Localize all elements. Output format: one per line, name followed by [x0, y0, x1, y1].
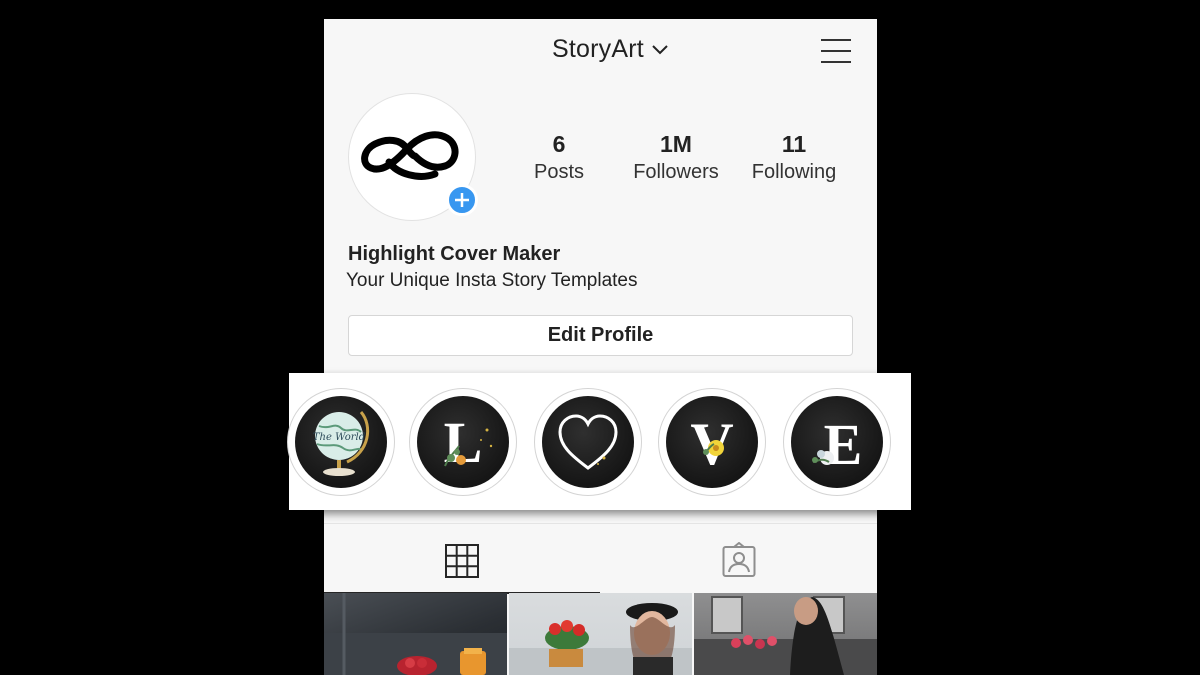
profile-bio: Your Unique Insta Story Templates [346, 270, 638, 291]
highlight-letter-e[interactable]: E [783, 388, 891, 496]
story-highlights-row: The World L V [287, 373, 911, 510]
post-thumbnail[interactable] [509, 593, 692, 675]
profile-screen: StoryArt 6 Posts 1M Followers 11 Followi… [324, 19, 877, 675]
highlight-heart[interactable] [534, 388, 642, 496]
highlight-letter-l[interactable]: L [409, 388, 517, 496]
highlight-cover: E [791, 396, 883, 488]
hamburger-menu-icon[interactable] [821, 39, 851, 65]
letter-e-icon: E [812, 412, 863, 477]
highlight-cover: L [417, 396, 509, 488]
followers-count: 1M [660, 131, 692, 157]
tagged-icon [722, 542, 756, 577]
post-image [324, 593, 507, 675]
highlight-letter: E [824, 412, 863, 477]
account-switcher[interactable]: StoryArt [552, 35, 668, 64]
highlight-cover: V [666, 396, 758, 488]
following-stat[interactable]: 11 Following [744, 131, 844, 184]
posts-count: 6 [552, 131, 566, 157]
post-grid [324, 593, 877, 675]
highlight-cover [542, 396, 634, 488]
post-image [509, 603, 692, 675]
add-story-button[interactable] [446, 184, 478, 216]
letter-v-icon: V [690, 411, 733, 477]
highlight-cover: The World [295, 396, 387, 488]
heart-icon [558, 414, 618, 470]
plus-icon [455, 193, 469, 207]
post-thumbnail[interactable] [324, 593, 507, 675]
post-image [694, 596, 877, 675]
highlight-world[interactable]: The World [287, 388, 395, 496]
following-label: Following [751, 161, 837, 183]
username-title: StoryArt [552, 35, 644, 63]
globe-icon: The World [313, 411, 370, 476]
tab-tagged[interactable] [601, 524, 877, 594]
tab-grid[interactable] [324, 524, 600, 594]
profile-name: Highlight Cover Maker [348, 243, 561, 265]
followers-stat[interactable]: 1M Followers [626, 131, 726, 184]
posts-stat[interactable]: 6 Posts [524, 131, 594, 184]
profile-tabs [324, 523, 877, 594]
highlight-letter-v[interactable]: V [658, 388, 766, 496]
highlight-letter: L [444, 410, 483, 475]
followers-label: Followers [633, 161, 719, 183]
globe-cover-text: The World [313, 432, 365, 443]
edit-profile-button[interactable]: Edit Profile [348, 315, 853, 356]
posts-label: Posts [533, 161, 585, 183]
chevron-down-icon [652, 44, 668, 54]
grid-icon [445, 544, 479, 578]
letter-l-icon: L [444, 410, 493, 475]
following-count: 11 [781, 131, 807, 157]
post-thumbnail[interactable] [694, 593, 877, 675]
top-bar: StoryArt [324, 19, 877, 85]
